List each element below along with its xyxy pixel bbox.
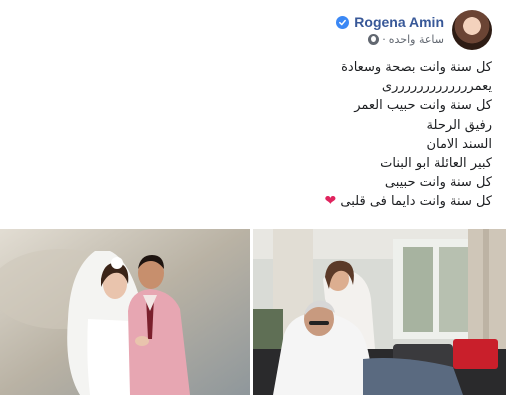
post-text-line: كل سنة وانت حبيب العمر [354, 98, 492, 114]
checkmark-icon [339, 19, 347, 25]
post-text-line: كل سنة وانت بصحة وسعادة [341, 60, 492, 75]
family-photo-image [253, 229, 506, 395]
post-text-line: كل سنة وانت حبيبى [384, 175, 492, 191]
post-text: كل سنة وانت بصحة وسعادة يعمررررررررررررر… [22, 58, 492, 212]
post-text-line: كبير العائلة ابو البنات [380, 156, 492, 172]
wedding-photo-image [0, 229, 250, 395]
heart-emoji-icon: ❤ [324, 193, 337, 210]
post-text-line: كل سنة وانت دايما فى قلبى [340, 194, 492, 210]
facebook-post: Rogena Amin · ساعة واحده كل سنة وانت بصح… [0, 0, 506, 395]
globe-icon[interactable] [368, 34, 380, 45]
author-row: Rogena Amin [336, 14, 444, 30]
avatar[interactable] [452, 10, 492, 50]
verified-badge-icon [336, 15, 350, 29]
post-text-line: يعمرررررررررررررى [381, 79, 492, 95]
post-text-line: السند الامان [426, 136, 492, 152]
photo-grid [0, 229, 506, 395]
post-timestamp[interactable]: ساعة واحده [389, 33, 444, 46]
timestamp-row: · ساعة واحده [365, 33, 444, 46]
separator-dot: · [382, 33, 386, 46]
post-text-line-last: كل سنة وانت دايما فى قلبى ❤ [22, 192, 492, 211]
post-meta: Rogena Amin · ساعة واحده [336, 14, 444, 46]
post-text-line: رفيق الرحلة [426, 117, 492, 133]
author-name[interactable]: Rogena Amin [354, 14, 444, 30]
wedding-photo[interactable] [0, 229, 250, 395]
post-header: Rogena Amin · ساعة واحده [336, 10, 492, 50]
family-photo[interactable] [253, 229, 506, 395]
